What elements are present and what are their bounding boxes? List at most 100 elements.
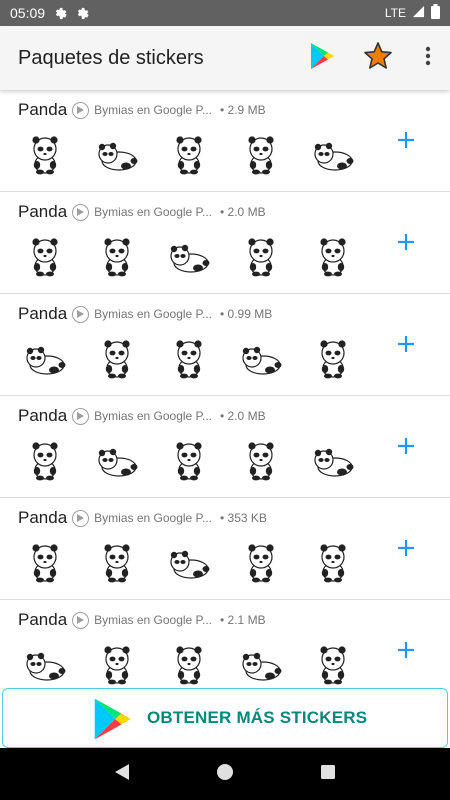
sticker-pack-row[interactable]: Panda Bymias en Google P... • 353 KB <box>0 498 450 600</box>
sticker-thumbnail <box>308 128 358 178</box>
sticker-thumbnail <box>20 434 70 484</box>
sticker-thumbnail <box>308 332 358 382</box>
overflow-menu-button[interactable] <box>406 36 450 80</box>
sticker-thumbnail <box>164 128 214 178</box>
pack-header: Panda Bymias en Google P... • 0.99 MB <box>18 303 272 325</box>
pack-publisher: Bymias en Google P... <box>94 511 213 525</box>
sticker-thumbnail <box>164 434 214 484</box>
pack-header: Panda Bymias en Google P... • 2.0 MB <box>18 201 266 223</box>
get-more-stickers-label: OBTENER MÁS STICKERS <box>147 708 368 727</box>
play-icon <box>72 101 90 119</box>
pack-size: • 2.0 MB <box>220 409 266 423</box>
battery-icon <box>431 4 440 22</box>
sticker-previews <box>20 332 358 382</box>
sticker-thumbnail <box>236 536 286 586</box>
sticker-pack-row[interactable]: Panda Bymias en Google P... • 2.1 MB <box>0 600 450 688</box>
get-more-stickers-button[interactable]: OBTENER MÁS STICKERS <box>2 688 448 748</box>
add-to-whatsapp-button[interactable] <box>394 436 418 460</box>
sticker-thumbnail <box>236 434 286 484</box>
sticker-thumbnail <box>164 230 214 280</box>
app-bar: Paquetes de stickers <box>0 26 450 90</box>
add-to-whatsapp-button[interactable] <box>394 538 418 562</box>
sticker-thumbnail <box>236 128 286 178</box>
sticker-thumbnail <box>308 230 358 280</box>
pack-publisher: Bymias en Google P... <box>94 307 213 321</box>
pack-header: Panda Bymias en Google P... • 2.1 MB <box>18 609 266 631</box>
play-icon <box>72 509 90 527</box>
page-title: Paquetes de stickers <box>18 46 204 69</box>
back-icon <box>114 763 130 786</box>
sticker-thumbnail <box>236 230 286 280</box>
pack-publisher: Bymias en Google P... <box>94 409 213 423</box>
add-icon <box>398 233 414 255</box>
status-indicators: LTE <box>385 4 440 22</box>
add-icon <box>398 131 414 153</box>
pack-name: Panda <box>18 406 68 425</box>
sticker-thumbnail <box>164 536 214 586</box>
sticker-previews <box>20 434 358 484</box>
sticker-thumbnail <box>236 638 286 688</box>
pack-publisher: Bymias en Google P... <box>94 103 213 117</box>
sticker-thumbnail <box>308 536 358 586</box>
sticker-thumbnail <box>308 434 358 484</box>
sticker-pack-row[interactable]: Panda Bymias en Google P... • 0.99 MB <box>0 294 450 396</box>
pack-size: • 2.0 MB <box>220 205 266 219</box>
add-to-whatsapp-button[interactable] <box>394 130 418 154</box>
sticker-previews <box>20 230 358 280</box>
sticker-thumbnail <box>20 230 70 280</box>
sticker-thumbnail <box>20 638 70 688</box>
play-store-button[interactable] <box>300 36 344 80</box>
recents-icon <box>320 764 336 785</box>
add-to-whatsapp-button[interactable] <box>394 232 418 256</box>
sticker-thumbnail <box>236 332 286 382</box>
play-icon <box>72 203 90 221</box>
sticker-pack-row[interactable]: Panda Bymias en Google P... • 2.0 MB <box>0 192 450 294</box>
back-button[interactable] <box>107 759 137 789</box>
home-button[interactable] <box>210 759 240 789</box>
pack-name: Panda <box>18 202 68 221</box>
sticker-pack-row[interactable]: Panda Bymias en Google P... • 2.0 MB <box>0 396 450 498</box>
pack-publisher: Bymias en Google P... <box>94 205 213 219</box>
play-icon <box>72 611 90 629</box>
sticker-thumbnail <box>164 638 214 688</box>
pack-header: Panda Bymias en Google P... • 353 KB <box>18 507 267 529</box>
play-icon <box>72 407 90 425</box>
sticker-pack-list[interactable]: Panda Bymias en Google P... • 2.9 MB Panda B… <box>0 90 450 688</box>
pack-header: Panda Bymias en Google P... • 2.0 MB <box>18 405 266 427</box>
add-icon <box>398 437 414 459</box>
add-to-whatsapp-button[interactable] <box>394 334 418 358</box>
recents-button[interactable] <box>313 759 343 789</box>
sticker-thumbnail <box>92 434 142 484</box>
add-to-whatsapp-button[interactable] <box>394 640 418 664</box>
gear-icon <box>53 6 68 21</box>
add-icon <box>398 539 414 561</box>
sticker-thumbnail <box>164 332 214 382</box>
sticker-thumbnail <box>20 128 70 178</box>
sticker-thumbnail <box>92 230 142 280</box>
pack-name: Panda <box>18 610 68 629</box>
navigation-bar <box>0 748 450 800</box>
more-vert-icon <box>425 46 431 71</box>
pack-size: • 353 KB <box>220 511 267 525</box>
sticker-pack-row[interactable]: Panda Bymias en Google P... • 2.9 MB <box>0 90 450 192</box>
sticker-previews <box>20 128 358 178</box>
play-icon <box>72 305 90 323</box>
gear-icon <box>75 6 90 21</box>
add-icon <box>398 641 414 663</box>
pack-name: Panda <box>18 304 68 323</box>
sticker-thumbnail <box>308 638 358 688</box>
sticker-thumbnail <box>92 128 142 178</box>
sticker-previews <box>20 638 358 688</box>
pack-size: • 2.1 MB <box>220 613 266 627</box>
add-icon <box>398 335 414 357</box>
rate-button[interactable] <box>356 36 400 80</box>
pack-publisher: Bymias en Google P... <box>94 613 213 627</box>
home-icon <box>216 763 234 786</box>
sticker-thumbnail <box>20 332 70 382</box>
play-store-icon <box>309 42 335 75</box>
pack-name: Panda <box>18 508 68 527</box>
star-icon <box>363 41 393 76</box>
pack-name: Panda <box>18 100 68 119</box>
sticker-thumbnail <box>92 638 142 688</box>
pack-header: Panda Bymias en Google P... • 2.9 MB <box>18 99 266 121</box>
